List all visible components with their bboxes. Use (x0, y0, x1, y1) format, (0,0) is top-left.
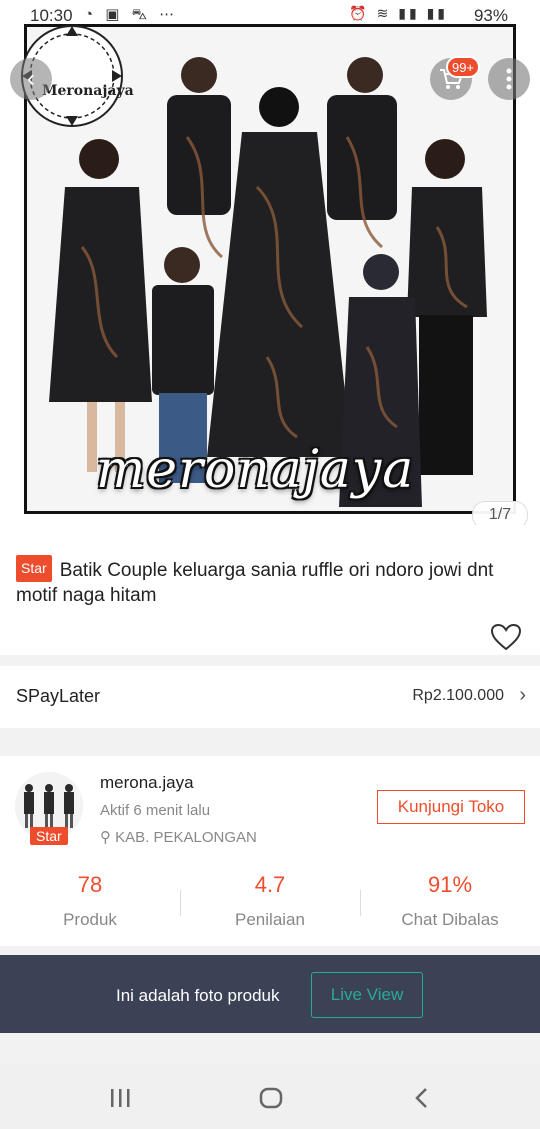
stat-rating[interactable]: 4.7 Penilaian (180, 872, 360, 930)
image-counter: 1/7 (472, 501, 528, 525)
signal-icons: ⏰ ≋ ▮▮ ▮▮ (349, 5, 448, 21)
back-nav-icon[interactable] (412, 1087, 432, 1109)
product-title-text: Batik Couple keluarga sania ruffle ori n… (16, 560, 494, 606)
star-badge: Star (16, 555, 52, 582)
shop-location: ⚲ KAB. PEKALONGAN (100, 828, 257, 846)
stat-value: 91% (427, 872, 473, 897)
cart-badge: 99+ (446, 56, 480, 78)
recent-apps-icon[interactable] (108, 1087, 132, 1109)
stat-chat-reply[interactable]: 91% Chat Dibalas (360, 872, 540, 930)
shop-active-status: Aktif 6 menit lalu (100, 802, 211, 819)
heart-icon[interactable] (490, 623, 522, 651)
back-button[interactable]: ‹ (10, 58, 52, 100)
chevron-right-icon: › (519, 684, 526, 706)
system-nav-bar (0, 1065, 540, 1129)
shop-info-section: Star merona.jaya Aktif 6 menit lalu ⚲ KA… (0, 756, 540, 946)
stat-label: Penilaian (235, 910, 305, 929)
home-icon[interactable] (258, 1087, 284, 1109)
spaylater-row[interactable]: SPayLater Rp2.100.000 › (0, 666, 540, 728)
banner-text: Ini adalah foto produk (116, 986, 280, 1005)
spaylater-label: SPayLater (16, 686, 101, 706)
brand-watermark: meronajaya (96, 440, 415, 500)
visit-shop-button[interactable]: Kunjungi Toko (377, 790, 525, 824)
stat-value: 4.7 (254, 872, 286, 897)
battery-level: 93% (473, 6, 508, 25)
live-view-button[interactable]: Live View (311, 972, 423, 1018)
shop-name[interactable]: merona.jaya (100, 773, 194, 793)
stat-label: Chat Dibalas (401, 910, 499, 929)
shop-location-text: KAB. PEKALONGAN (115, 829, 257, 846)
location-pin-icon: ⚲ (100, 829, 111, 846)
product-title: Star Batik Couple keluarga sania ruffle o… (16, 555, 521, 608)
spaylater-price: Rp2.100.000 (412, 687, 504, 704)
product-image-carousel[interactable]: 10:30 ◔ ▣ ⛍ ⋯ ⏰ ≋ ▮▮ ▮▮ 93% Meronajaya ‹… (0, 0, 540, 525)
brand-seal-text: Meronajaya (42, 83, 134, 99)
photo-banner: Ini adalah foto produk Live View (0, 955, 540, 1033)
shop-star-badge: Star (30, 827, 68, 845)
stat-value: 78 (77, 872, 103, 897)
stat-label: Produk (63, 910, 117, 929)
stat-products[interactable]: 78 Produk (0, 872, 180, 930)
product-title-section: Star Batik Couple keluarga sania ruffle o… (0, 525, 540, 655)
more-options-button[interactable] (488, 58, 530, 100)
kebab-menu-icon (506, 68, 512, 90)
arrow-left-icon: ‹ (27, 65, 35, 92)
